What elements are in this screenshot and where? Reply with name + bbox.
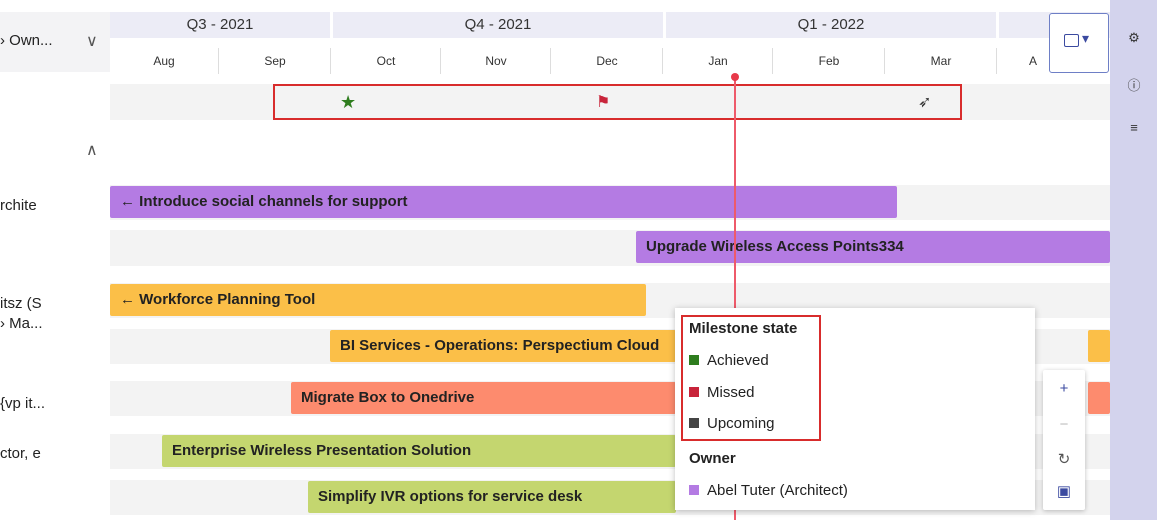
- month-label: Aug: [153, 54, 175, 68]
- gear-icon[interactable]: ⚙: [1126, 30, 1142, 46]
- milestone-achieved-marker: ★: [340, 92, 357, 112]
- calendar-icon: [1064, 34, 1079, 47]
- row-label: itsz (S: [0, 295, 42, 312]
- row-labels-panel: › Own... ∨ ∧ rchite itsz (S › Ma... {vp …: [0, 0, 110, 520]
- view-selector-button[interactable]: ▾: [1049, 13, 1109, 73]
- legend-toggle-icon[interactable]: ▣: [1043, 482, 1085, 500]
- group-by-label: › Own...: [0, 32, 53, 49]
- milestone-highlight-box: [273, 84, 962, 120]
- month-label: Mar: [884, 48, 997, 74]
- quarter-label: Q3 - 2021: [110, 12, 333, 38]
- milestone-upcoming-marker: ➶: [918, 94, 932, 111]
- month-label: Nov: [440, 48, 551, 74]
- star-icon[interactable]: ★: [340, 92, 356, 113]
- caret-down-icon: ▾: [1082, 30, 1090, 46]
- swatch: [689, 485, 699, 495]
- roadmap-bar[interactable]: Enterprise Wireless Presentation Solutio…: [162, 435, 676, 467]
- row-label: rchite: [0, 197, 37, 214]
- reset-icon[interactable]: ↻: [1043, 450, 1085, 468]
- row-label: ctor, e: [0, 445, 41, 462]
- zoom-in-button[interactable]: +: [1043, 380, 1085, 397]
- chevron-down-icon[interactable]: ∨: [86, 31, 98, 51]
- row-label: {vp it...: [0, 395, 46, 412]
- zoom-controls: + − ↻ ▣: [1043, 370, 1085, 510]
- roadmap-bar-tail[interactable]: [1088, 382, 1110, 414]
- month-label: Feb: [772, 48, 885, 74]
- legend-item-label: Abel Tuter (Architect): [707, 482, 848, 499]
- roadmap-bar[interactable]: ← Introduce social channels for support: [110, 186, 897, 218]
- month-label: Jan: [662, 48, 773, 74]
- roadmap-bar-tail[interactable]: [1088, 330, 1110, 362]
- month-label: Oct: [330, 48, 441, 74]
- list-icon[interactable]: ≡: [1126, 120, 1142, 136]
- today-marker: [731, 73, 739, 81]
- month-label: Sep: [218, 48, 331, 74]
- legend-item: Abel Tuter (Architect): [689, 482, 848, 499]
- roadmap-bar[interactable]: Simplify IVR options for service desk: [308, 481, 676, 513]
- rocket-icon[interactable]: ➶: [918, 92, 931, 112]
- month-label: A: [996, 48, 1037, 74]
- roadmap-bar[interactable]: BI Services - Operations: Perspectium Cl…: [330, 330, 676, 362]
- roadmap-bar[interactable]: Migrate Box to Onedrive: [291, 382, 676, 414]
- zoom-out-button[interactable]: −: [1043, 416, 1085, 433]
- timeline-header: Q3 - 2021 Q4 - 2021 Q1 - 2022 Aug Sep Oc…: [110, 12, 1113, 78]
- milestone-missed-marker: ⚑: [596, 94, 611, 111]
- quarter-label: Q1 - 2022: [666, 12, 999, 38]
- row-label: › Ma...: [0, 315, 43, 332]
- flag-icon[interactable]: ⚑: [596, 92, 610, 112]
- roadmap-bar[interactable]: ← Workforce Planning Tool: [110, 284, 646, 316]
- group-by-header[interactable]: › Own... ∨: [0, 12, 110, 72]
- chevron-up-icon[interactable]: ∧: [86, 140, 98, 160]
- quarter-label: Q4 - 2021: [333, 12, 666, 38]
- legend-owner-title: Owner: [689, 450, 736, 467]
- roadmap-bar[interactable]: Upgrade Wireless Access Points334: [636, 231, 1110, 263]
- month-label: Dec: [550, 48, 663, 74]
- legend-highlight-box: [681, 315, 821, 441]
- info-icon[interactable]: ⓘ: [1126, 78, 1142, 94]
